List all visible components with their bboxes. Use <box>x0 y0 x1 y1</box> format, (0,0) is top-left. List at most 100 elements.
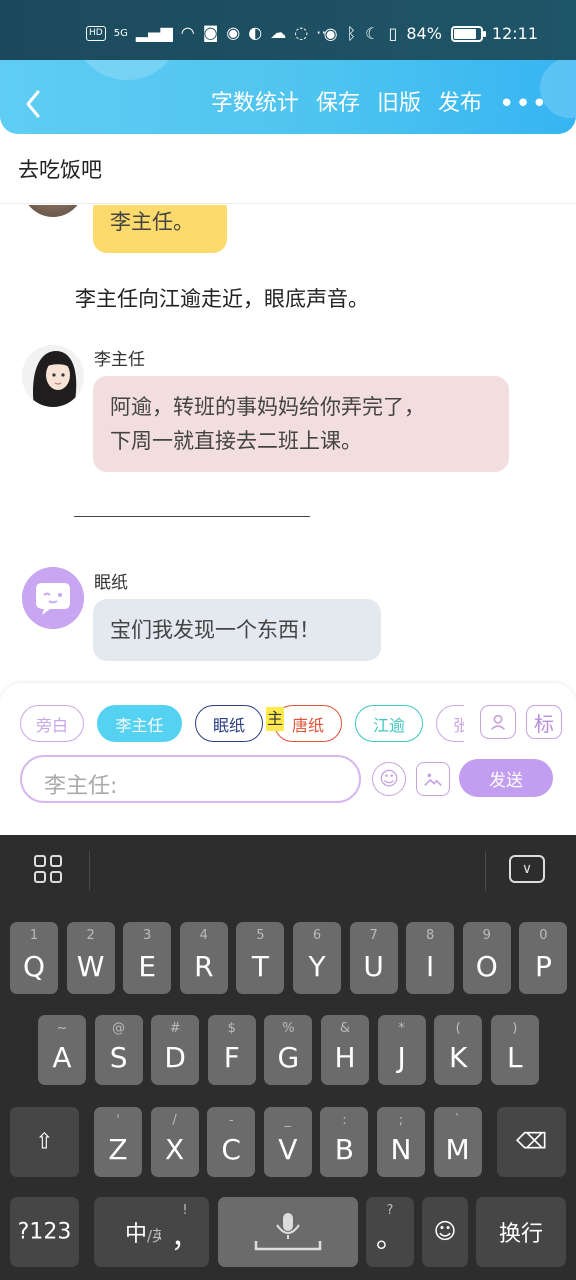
key-i[interactable]: 8I <box>406 922 455 994</box>
section-divider-text: ——————————————— <box>0 205 1 206</box>
lang-main: 中 <box>124 1222 147 1247</box>
grid-icon <box>34 855 46 867</box>
key-c[interactable]: -C <box>207 1107 256 1177</box>
chat-area[interactable]: 李主任。 李主任向江逾走近，眼底声音。 李主任 阿逾，转班的事妈妈给你弄完了， … <box>0 205 576 683</box>
avatar[interactable] <box>22 345 84 407</box>
key-hint: 5 <box>256 928 265 943</box>
symbols-key[interactable]: ?123 <box>10 1197 79 1267</box>
backspace-key[interactable]: ⌫ <box>497 1107 566 1177</box>
battery-icon <box>450 25 486 42</box>
chat-bubble[interactable]: 阿逾，转班的事妈妈给你弄完了， 下周一就直接去二班上课。 <box>93 376 509 472</box>
role-chip-jiangyu[interactable]: 江逾 <box>355 705 423 742</box>
key-n[interactable]: ; N <box>377 1107 425 1177</box>
role-chip-zhang[interactable]: 张 <box>436 705 464 742</box>
key-a[interactable]: ~ A <box>38 1015 86 1085</box>
bluetooth-icon: ᛒ <box>346 23 357 43</box>
key-label: L <box>506 1041 523 1074</box>
back-button[interactable] <box>18 82 48 126</box>
key-g[interactable]: % G <box>264 1015 313 1085</box>
comma-key[interactable]: !， <box>161 1197 209 1267</box>
chat-bubble[interactable]: 李主任。 <box>93 205 227 253</box>
image-button[interactable] <box>416 762 450 796</box>
key-l[interactable]: ) L <box>490 1015 539 1085</box>
avatar[interactable] <box>22 205 84 217</box>
app-icon: ◙ <box>202 23 219 42</box>
enter-key[interactable]: 换行 <box>476 1197 566 1267</box>
role-chip-mianzhi[interactable]: 眠纸 <box>195 705 263 742</box>
image-icon <box>424 773 442 787</box>
key-j[interactable]: * J <box>377 1015 426 1085</box>
role-chip-director-li[interactable]: 李主任 <box>97 705 182 742</box>
emoji-key[interactable]: ☺ <box>422 1197 468 1267</box>
role-chip-tangzhi[interactable]: 唐纸 <box>274 705 342 742</box>
chevron-left-icon <box>26 90 40 118</box>
publish-button[interactable]: 发布 <box>438 88 482 120</box>
key-label: Q <box>22 950 46 983</box>
grid-icon <box>50 871 62 883</box>
word-count-button[interactable]: 字数统计 <box>211 88 299 120</box>
key-hint: ' <box>116 1113 120 1128</box>
key-hint: 1 <box>29 928 39 943</box>
send-button[interactable]: 发送 <box>459 759 553 797</box>
key-label: O <box>475 950 498 983</box>
key-f[interactable]: $ F <box>207 1015 256 1085</box>
key-s[interactable]: @ S <box>94 1015 143 1085</box>
key-hint: ) <box>512 1021 518 1036</box>
key-y[interactable]: 6Y <box>293 922 341 994</box>
key-label: ?123 <box>17 1219 72 1245</box>
emoji-button[interactable]: ☺ <box>372 762 406 796</box>
key-hint: ` <box>454 1113 461 1128</box>
shift-key[interactable]: ⇧ <box>10 1107 79 1177</box>
key-x[interactable]: / X <box>150 1107 199 1177</box>
key-label: U <box>363 950 384 983</box>
period-key[interactable]: ?。 <box>366 1197 414 1267</box>
message-input[interactable]: 李主任: <box>20 755 361 803</box>
section-divider <box>74 516 310 517</box>
signal-icon: ▂▄▆ <box>135 23 173 42</box>
key-m[interactable]: ` M <box>433 1107 482 1177</box>
chat-bubble[interactable]: 宝们我发现一个东西！ <box>93 599 381 661</box>
key-q[interactable]: 1Q <box>10 922 58 994</box>
old-version-button[interactable]: 旧版 <box>377 88 421 120</box>
soft-keyboard: ∨ 1 Q 2 W 3 E 4 R 5 T 6 Y 7 U 8 I 9 O 0 P ~ A @ S # D $ F% G & H * J(K) L… <box>0 835 576 1280</box>
key-h[interactable]: & H <box>321 1015 369 1085</box>
key-r[interactable]: 4R <box>179 922 228 994</box>
key-v[interactable]: _ V <box>263 1107 312 1177</box>
role-chip-narrator[interactable]: 旁白 <box>20 705 84 742</box>
key-t[interactable]: 5T <box>236 922 285 994</box>
tag-button[interactable]: 标 <box>526 705 562 739</box>
chevron-down-icon: ∨ <box>521 861 533 877</box>
add-character-button[interactable] <box>480 705 516 739</box>
story-title[interactable]: 去吃饭吧 <box>18 154 102 184</box>
key-label: C <box>221 1133 241 1166</box>
key-w[interactable]: 2W <box>66 922 115 994</box>
key-z[interactable]: ' Z <box>94 1107 142 1177</box>
narration-text[interactable]: 李主任向江逾走近，眼底声音。 <box>75 283 369 313</box>
speaker-name: 眠纸 <box>94 573 128 593</box>
key-e[interactable]: 3E <box>123 922 172 994</box>
cloud-icon: ☁ <box>270 23 287 42</box>
key-hint: 0 <box>539 928 548 943</box>
hide-keyboard-button[interactable]: ∨ <box>509 855 545 883</box>
keyboard-menu-button[interactable] <box>34 855 64 885</box>
key-label: E <box>138 950 157 983</box>
key-hint: ; <box>398 1113 404 1128</box>
avatar[interactable] <box>22 567 84 629</box>
key-d[interactable]: # D <box>151 1015 200 1085</box>
eye-icon: ◉ <box>323 23 338 43</box>
girl-avatar-icon <box>22 345 84 407</box>
microphone-icon <box>254 1213 322 1251</box>
key-hint: - <box>228 1113 234 1128</box>
header-actions: 字数统计 保存 旧版 发布 ••• <box>211 88 548 120</box>
more-menu-button[interactable]: ••• <box>499 88 548 120</box>
key-p[interactable]: 0P <box>519 922 568 994</box>
key-o[interactable]: 9O <box>462 922 511 994</box>
space-key[interactable] <box>218 1197 358 1267</box>
key-u[interactable]: 7U <box>349 922 398 994</box>
key-label: A <box>52 1041 72 1074</box>
key-label: J <box>397 1041 406 1074</box>
key-b[interactable]: :B <box>320 1107 369 1177</box>
save-button[interactable]: 保存 <box>316 88 360 120</box>
key-k[interactable]: (K <box>434 1015 483 1085</box>
key-label: T <box>251 950 269 983</box>
